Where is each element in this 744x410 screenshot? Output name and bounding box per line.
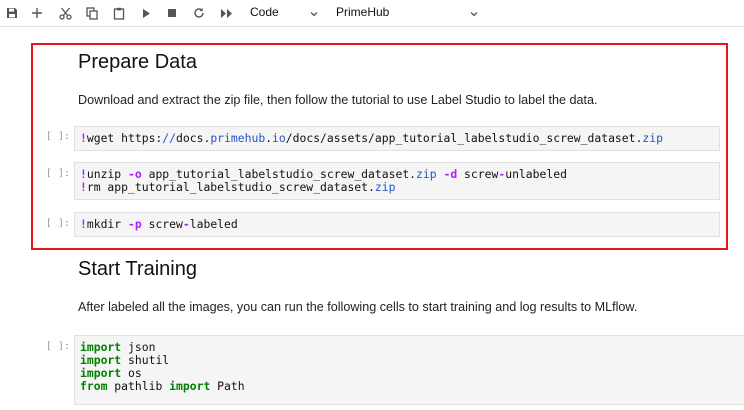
kernel-name[interactable]: PrimeHub bbox=[336, 5, 389, 19]
restart-icon[interactable] bbox=[190, 4, 208, 22]
add-icon[interactable] bbox=[28, 4, 46, 22]
code-token: os bbox=[121, 366, 142, 380]
run-all-icon[interactable] bbox=[217, 4, 235, 22]
cell-prompt: [ ]: bbox=[45, 341, 70, 352]
code-token: import bbox=[169, 379, 211, 393]
copy-icon[interactable] bbox=[83, 4, 101, 22]
save-icon[interactable] bbox=[3, 4, 21, 22]
highlight-selection-box bbox=[31, 43, 728, 250]
cut-icon[interactable] bbox=[56, 4, 74, 22]
cell-type-select[interactable]: Code bbox=[250, 5, 279, 19]
code-token: from bbox=[80, 379, 108, 393]
code-token: import bbox=[80, 340, 122, 354]
code-token: json bbox=[121, 340, 156, 354]
start-training-heading: Start Training bbox=[78, 258, 197, 280]
code-token: pathlib bbox=[107, 379, 170, 393]
chevron-down-icon[interactable] bbox=[469, 6, 479, 24]
notebook-toolbar: Code PrimeHub bbox=[0, 0, 744, 27]
code-token: Path bbox=[210, 379, 245, 393]
code-cell-imports[interactable]: import json import shutil import os from… bbox=[74, 335, 744, 405]
code-token: import bbox=[80, 366, 122, 380]
start-training-text: After labeled all the images, you can ru… bbox=[78, 300, 638, 314]
stop-icon[interactable] bbox=[163, 4, 181, 22]
chevron-down-icon[interactable] bbox=[309, 6, 319, 24]
code-token: import bbox=[80, 353, 122, 367]
code-token: shutil bbox=[121, 353, 170, 367]
paste-icon[interactable] bbox=[110, 4, 128, 22]
run-icon[interactable] bbox=[137, 4, 155, 22]
